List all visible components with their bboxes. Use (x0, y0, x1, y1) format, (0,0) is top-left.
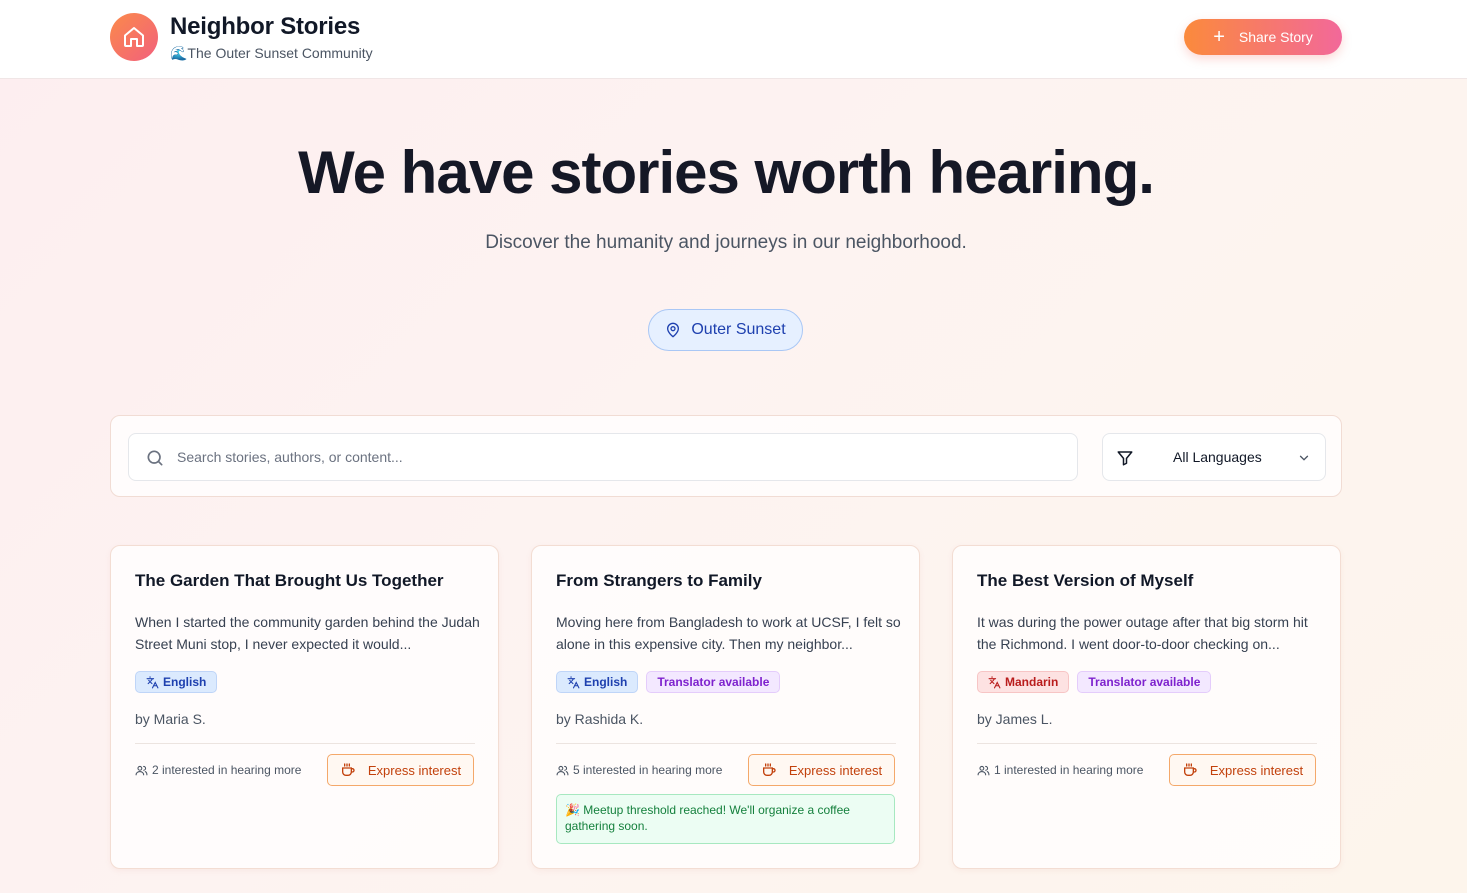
translate-icon (988, 676, 1001, 688)
plus-icon: + (1213, 26, 1225, 48)
share-story-label: Share Story (1238, 29, 1313, 45)
interest-count-text: 1 interested in hearing more (994, 763, 1144, 777)
express-interest-label: Express interest (788, 762, 883, 778)
card-divider (556, 743, 896, 744)
home-icon (124, 27, 144, 47)
interest-count: 2 interested in hearing more (135, 763, 301, 777)
search-panel: All Languages (110, 415, 1342, 497)
language-badge: English (556, 671, 639, 693)
share-story-button[interactable]: + Share Story (1184, 19, 1342, 55)
express-interest-button[interactable]: Express interest (327, 754, 474, 786)
coffee-icon (1183, 763, 1197, 776)
language-filter-select[interactable]: All Languages (1102, 433, 1326, 481)
story-card[interactable]: From Strangers to Family Moving here fro… (531, 545, 920, 869)
language-filter-value: All Languages (1173, 449, 1262, 465)
story-author: by James L. (977, 711, 1053, 727)
express-interest-label: Express interest (1209, 762, 1304, 778)
language-label: English (163, 675, 207, 689)
story-title[interactable]: The Best Version of Myself (977, 571, 1193, 591)
coffee-icon (762, 763, 776, 776)
story-card[interactable]: The Garden That Brought Us Together When… (110, 545, 499, 869)
users-icon (556, 765, 569, 775)
hero-title: We have stories worth hearing. (298, 139, 1155, 206)
interest-count: 5 interested in hearing more (556, 763, 722, 777)
story-excerpt: Moving here from Bangladesh to work at U… (556, 614, 901, 652)
card-divider (977, 743, 1317, 744)
coffee-icon (341, 763, 355, 776)
translator-badge: Translator available (1077, 671, 1212, 693)
chevron-down-icon (1299, 455, 1309, 461)
meetup-threshold-notice: 🎉 Meetup threshold reached! We'll organi… (556, 794, 895, 844)
translate-icon (567, 676, 580, 688)
hero-subtitle: Discover the humanity and journeys in ou… (485, 232, 967, 253)
translate-icon (146, 676, 159, 688)
translator-badge: Translator available (646, 671, 781, 693)
interest-count: 1 interested in hearing more (977, 763, 1143, 777)
express-interest-button[interactable]: Express interest (1169, 754, 1316, 786)
search-icon (147, 450, 163, 466)
story-author: by Maria S. (135, 711, 206, 727)
story-excerpt: It was during the power outage after tha… (977, 614, 1308, 652)
story-title[interactable]: From Strangers to Family (556, 571, 762, 591)
interest-count-text: 2 interested in hearing more (152, 763, 302, 777)
home-logo[interactable] (110, 13, 158, 61)
story-tags: Mandarin Translator available (977, 671, 1212, 693)
app-title: Neighbor Stories (170, 13, 361, 40)
story-card[interactable]: The Best Version of Myself It was during… (952, 545, 1341, 869)
language-badge: English (135, 671, 218, 693)
map-pin-icon (667, 322, 680, 338)
language-label: Mandarin (1005, 675, 1059, 689)
filter-icon (1117, 451, 1133, 466)
story-title[interactable]: The Garden That Brought Us Together (135, 571, 444, 591)
language-badge: Mandarin (977, 671, 1070, 693)
card-divider (135, 743, 475, 744)
community-subtitle: 🌊The Outer Sunset Community (170, 45, 373, 61)
search-box[interactable] (128, 433, 1078, 481)
search-input[interactable] (177, 434, 1057, 480)
story-tags: English (135, 671, 218, 693)
story-tags: English Translator available (556, 671, 781, 693)
app-header: Neighbor Stories 🌊The Outer Sunset Commu… (0, 0, 1467, 79)
location-pill[interactable]: Outer Sunset (648, 309, 803, 351)
users-icon (977, 765, 990, 775)
express-interest-button[interactable]: Express interest (748, 754, 895, 786)
express-interest-label: Express interest (367, 762, 462, 778)
interest-count-text: 5 interested in hearing more (573, 763, 723, 777)
language-label: English (584, 675, 628, 689)
story-excerpt: When I started the community garden behi… (135, 614, 480, 652)
users-icon (135, 765, 148, 775)
story-author: by Rashida K. (556, 711, 644, 727)
location-label: Outer Sunset (691, 321, 786, 338)
